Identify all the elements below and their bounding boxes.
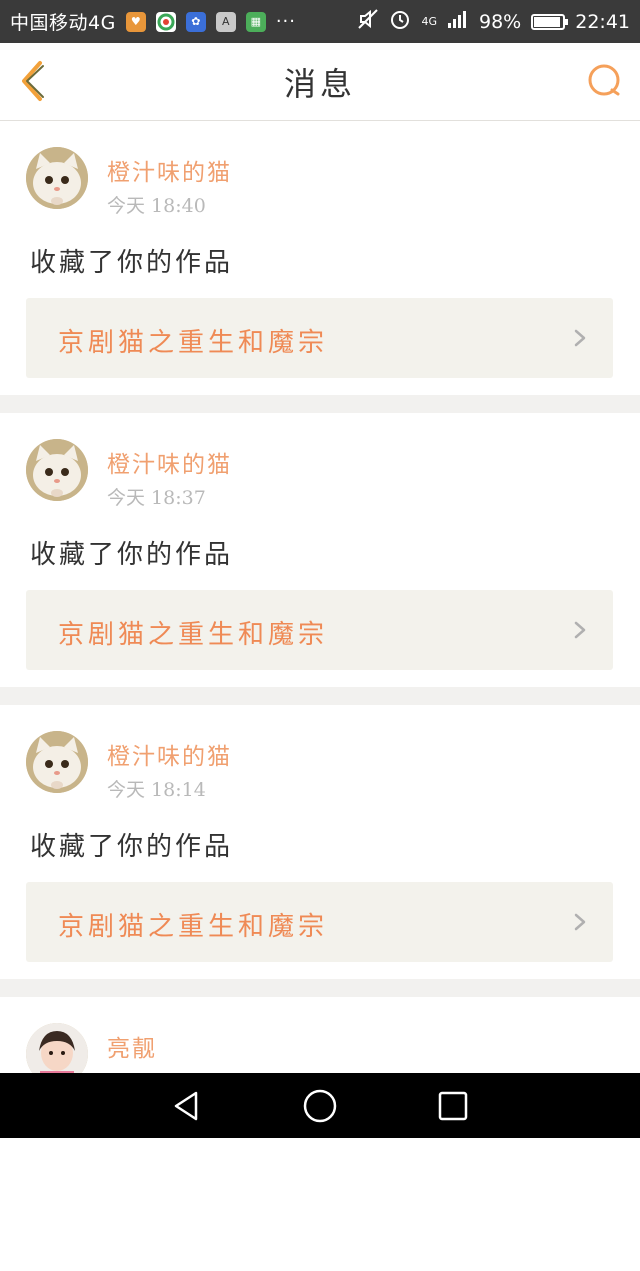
work-link[interactable]: 京剧猫之重生和魔宗: [26, 590, 613, 670]
chevron-right-icon: [574, 621, 586, 639]
battery-icon: [531, 13, 569, 30]
recents-square-icon: [439, 1091, 468, 1120]
battery-percent: 98%: [479, 10, 522, 33]
nav-back-button[interactable]: [167, 1086, 207, 1126]
network-label: 4G: [421, 15, 437, 28]
search-icon: [588, 64, 620, 96]
page-title: 消息: [283, 64, 356, 103]
navigation-bar: [0, 1073, 640, 1138]
status-left: 中国移动4G ♥ ✿ A ▦ ···: [10, 8, 296, 35]
message-card[interactable]: 橙汁味的猫 今天 18:40 收藏了你的作品 京剧猫之重生和魔宗: [0, 121, 640, 395]
app-icon-paw: ✿: [185, 11, 206, 32]
signal-icon: [447, 9, 469, 34]
carrier-label: 中国移动4G: [10, 12, 116, 34]
chevron-left-icon: [22, 61, 44, 101]
home-circle-icon: [303, 1089, 337, 1122]
alarm-icon: [389, 8, 411, 35]
chevron-right-icon: [574, 913, 586, 931]
avatar[interactable]: [26, 147, 88, 209]
more-dots-icon: ···: [275, 11, 296, 32]
chevron-right-icon: [574, 329, 586, 347]
status-right: 4G 98% 22:41: [357, 8, 630, 35]
mute-icon: [357, 8, 379, 35]
header: 消息: [0, 43, 640, 121]
nav-recents-button[interactable]: [433, 1086, 473, 1126]
nav-home-button[interactable]: [300, 1086, 340, 1126]
work-link[interactable]: 京剧猫之重生和魔宗: [26, 882, 613, 962]
back-triangle-icon: [174, 1091, 197, 1120]
status-bar: 中国移动4G ♥ ✿ A ▦ ··· 4G 98% 22:41: [0, 0, 640, 43]
message-card[interactable]: 橙汁味的猫 今天 18:37 收藏了你的作品 京剧猫之重生和魔宗: [0, 413, 640, 687]
action-text: 收藏了你的作品: [30, 248, 234, 278]
clock: 22:41: [575, 10, 630, 33]
username[interactable]: 橙汁味的猫: [107, 737, 232, 771]
timestamp: 今天 18:40: [107, 195, 206, 217]
work-link[interactable]: 京剧猫之重生和魔宗: [26, 298, 613, 378]
work-title: 京剧猫之重生和魔宗: [58, 620, 329, 650]
search-button[interactable]: [584, 61, 624, 101]
timestamp: 今天 18:37: [107, 487, 206, 509]
app-icon-browser: [155, 11, 176, 32]
username[interactable]: 橙汁味的猫: [107, 445, 232, 479]
action-text: 收藏了你的作品: [30, 540, 234, 570]
action-text: 收藏了你的作品: [30, 832, 234, 862]
app-icon-orange: ♥: [125, 11, 146, 32]
timestamp: 今天 18:14: [107, 779, 206, 801]
back-button[interactable]: [14, 57, 54, 105]
app-icon-green: ▦: [245, 11, 266, 32]
work-title: 京剧猫之重生和魔宗: [58, 912, 329, 942]
app-icon-a: A: [215, 11, 236, 32]
username[interactable]: 橙汁味的猫: [107, 153, 232, 187]
avatar[interactable]: [26, 731, 88, 793]
username[interactable]: 亮靓: [107, 1029, 157, 1063]
avatar[interactable]: [26, 439, 88, 501]
work-title: 京剧猫之重生和魔宗: [58, 328, 329, 358]
message-card[interactable]: 橙汁味的猫 今天 18:14 收藏了你的作品 京剧猫之重生和魔宗: [0, 705, 640, 979]
